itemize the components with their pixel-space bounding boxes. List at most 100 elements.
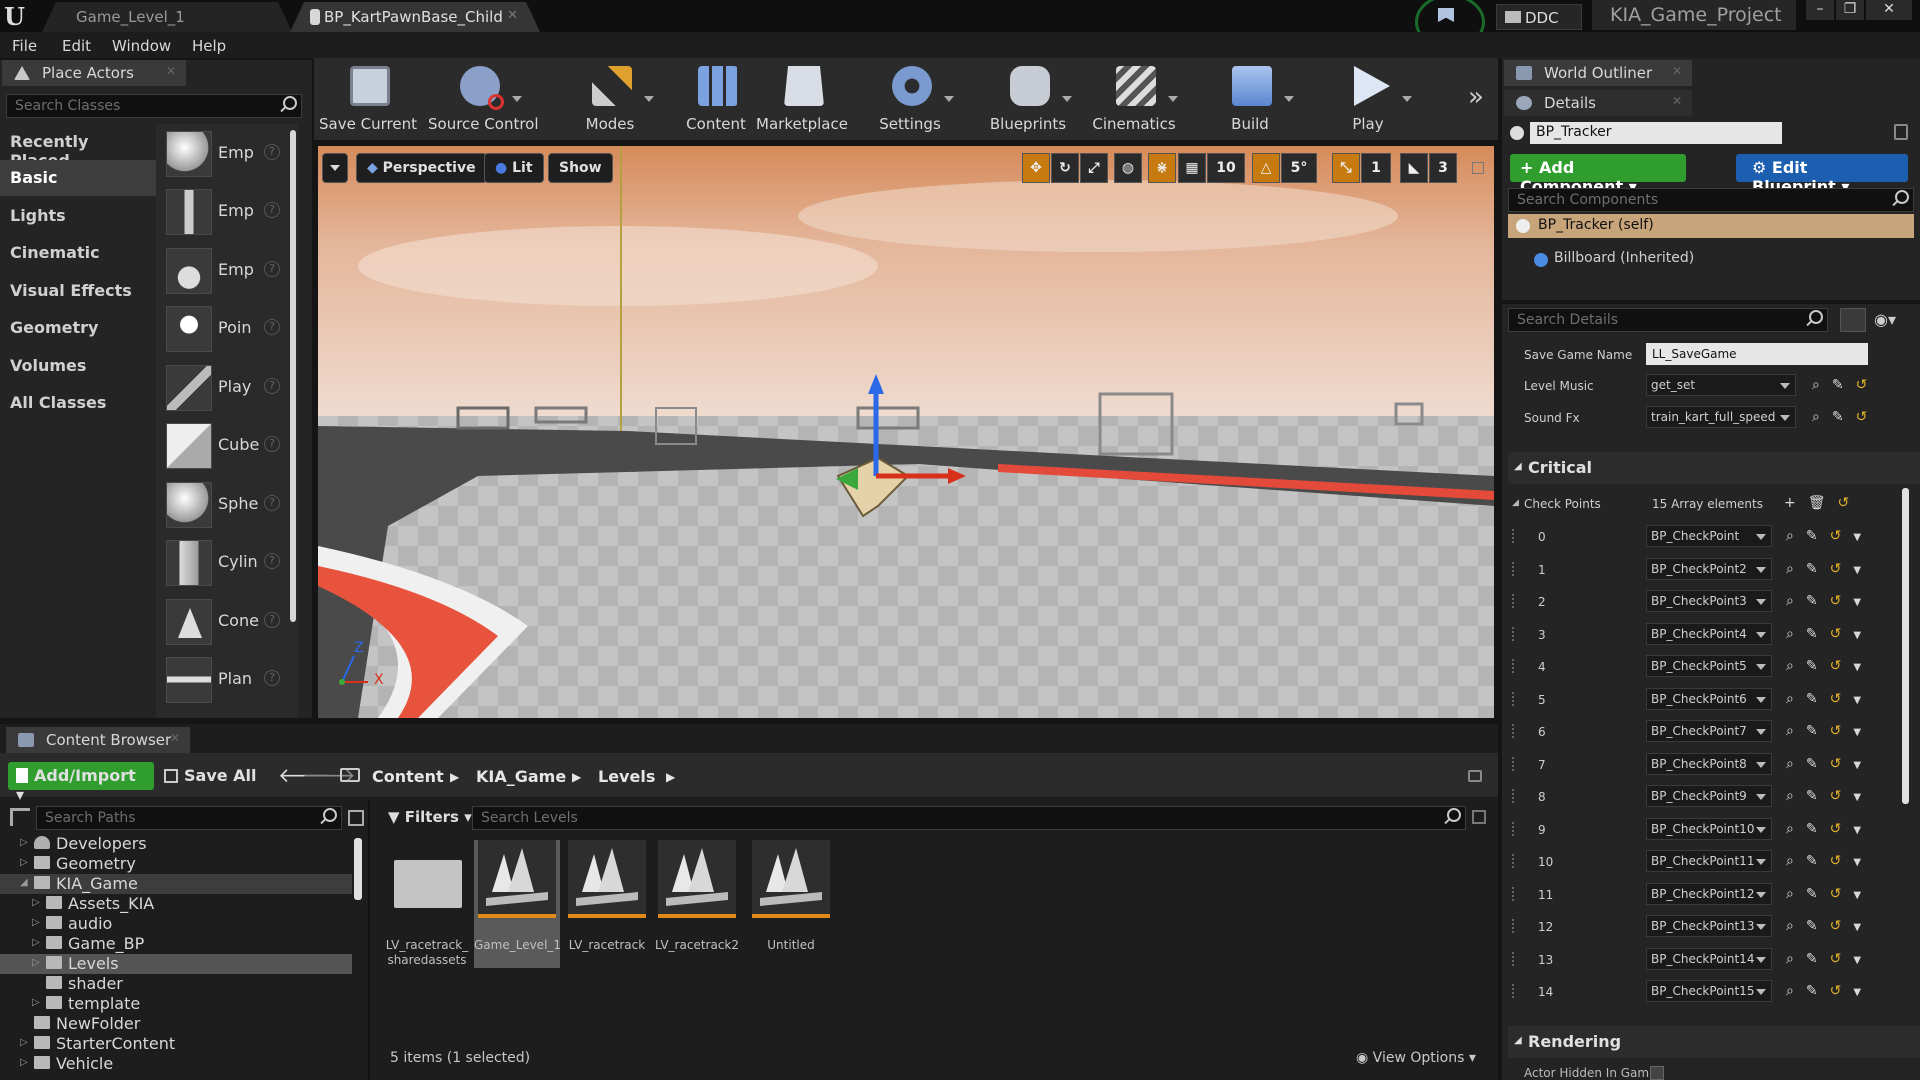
actor-item-player-start[interactable]: Play? xyxy=(164,362,288,418)
property-matrix-icon[interactable] xyxy=(1840,308,1866,332)
search-assets-input[interactable]: Search Levels xyxy=(472,806,1466,830)
reset-icon[interactable]: ↺ xyxy=(1830,886,1854,902)
check-point-select[interactable]: BP_CheckPoint15 xyxy=(1646,980,1772,1002)
close-tab-icon[interactable]: ✕ xyxy=(170,731,180,745)
actor-item-empty-pawn[interactable]: Emp? xyxy=(164,245,288,301)
tab-game-level[interactable]: Game_Level_1 xyxy=(42,2,292,32)
collapse-arrow-icon[interactable]: ◢ xyxy=(1514,1035,1522,1046)
component-self[interactable]: BP_Tracker (self) xyxy=(1508,214,1914,238)
tree-item-template[interactable]: ▷ template xyxy=(0,994,352,1014)
level-viewport[interactable]: X Z xyxy=(318,146,1494,718)
browse-icon[interactable]: ⌕ xyxy=(1786,658,1806,674)
reset-icon[interactable]: ↺ xyxy=(1830,918,1854,934)
use-selected-icon[interactable]: ✎ xyxy=(1806,691,1830,707)
help-icon[interactable]: ? xyxy=(264,436,280,452)
grid-snap-icon[interactable]: ▦ xyxy=(1178,153,1206,183)
tab-place-actors[interactable]: Place Actors ✕ xyxy=(2,60,186,86)
breadcrumb-levels[interactable]: Levels xyxy=(598,767,655,786)
check-point-select[interactable]: BP_CheckPoint4 xyxy=(1646,622,1772,645)
element-menu-arrow-icon[interactable]: ▼ xyxy=(1853,662,1873,673)
check-point-select[interactable]: BP_CheckPoint5 xyxy=(1646,655,1772,677)
use-selected-icon[interactable]: ✎ xyxy=(1806,756,1830,772)
use-selected-icon[interactable]: ✎ xyxy=(1806,626,1830,642)
minimize-button[interactable]: – xyxy=(1806,0,1834,20)
blueprints-button[interactable]: Blueprints xyxy=(978,58,1078,140)
lock-icon[interactable] xyxy=(1468,770,1482,782)
perspective-button[interactable]: ◆ Perspective xyxy=(356,153,487,183)
actor-item-sphere[interactable]: Sphe? xyxy=(164,479,288,535)
browse-icon[interactable]: ⌕ xyxy=(1786,561,1806,577)
drag-handle-icon[interactable] xyxy=(1512,659,1516,673)
use-selected-icon[interactable]: ✎ xyxy=(1832,377,1856,393)
breadcrumb-separator-icon[interactable]: ▶ xyxy=(572,770,581,784)
collapse-arrow-icon[interactable]: ◢ xyxy=(1514,461,1522,472)
element-menu-arrow-icon[interactable]: ▼ xyxy=(1853,825,1873,836)
menu-window[interactable]: Window xyxy=(112,37,171,55)
rotation-snap-value[interactable]: 5° xyxy=(1281,153,1317,183)
check-point-select[interactable]: BP_CheckPoint6 xyxy=(1646,687,1772,710)
edit-blueprint-button[interactable]: ⚙ Edit Blueprint ▾ xyxy=(1736,154,1908,196)
reset-icon[interactable]: ↺ xyxy=(1830,626,1854,642)
add-component-button[interactable]: + Add Component ▾ xyxy=(1510,154,1686,196)
save-all-button[interactable]: Save All xyxy=(164,766,257,785)
expand-arrow-icon[interactable]: ▷ xyxy=(20,1057,28,1068)
surface-snap-icon[interactable]: ⋇ xyxy=(1148,153,1176,183)
breadcrumb-separator-icon[interactable]: ▶ xyxy=(450,770,459,784)
path-view-options-icon[interactable] xyxy=(348,810,364,826)
tree-item-developers[interactable]: ▷ Developers xyxy=(0,834,352,854)
modes-button[interactable]: Modes xyxy=(560,58,660,140)
category-all-classes[interactable]: All Classes xyxy=(0,385,156,421)
browse-icon[interactable]: ⌕ xyxy=(1812,377,1832,393)
help-icon[interactable]: ? xyxy=(264,612,280,628)
breadcrumb-content[interactable]: Content xyxy=(372,767,444,786)
actor-item-cylinder[interactable]: Cylin? xyxy=(164,537,288,593)
actor-hidden-checkbox[interactable] xyxy=(1650,1066,1664,1080)
close-tab-icon[interactable]: ✕ xyxy=(1672,94,1682,108)
search-classes-input[interactable]: Search Classes xyxy=(6,94,302,118)
reset-icon[interactable]: ↺ xyxy=(1830,983,1854,999)
actor-item-point-light[interactable]: Poin? xyxy=(164,303,288,359)
splitter[interactable] xyxy=(368,800,370,1080)
tree-item-audio[interactable]: ▷ audio xyxy=(0,914,352,934)
asset-lv-racetrack[interactable]: LV_racetrack xyxy=(564,840,650,968)
drag-handle-icon[interactable] xyxy=(1512,594,1516,608)
section-critical[interactable]: ◢ Critical xyxy=(1508,452,1920,484)
tree-item-assets-kia[interactable]: ▷ Assets_KIA xyxy=(0,894,352,914)
dropdown-arrow-icon[interactable] xyxy=(944,96,954,102)
browse-icon[interactable]: ⌕ xyxy=(1786,951,1806,967)
browse-icon[interactable]: ⌕ xyxy=(1786,691,1806,707)
help-icon[interactable]: ? xyxy=(264,670,280,686)
check-point-select[interactable]: BP_CheckPoint8 xyxy=(1646,752,1772,775)
browse-icon[interactable]: ⌕ xyxy=(1812,409,1832,425)
visibility-eye-icon[interactable]: ◉▾ xyxy=(1874,310,1896,329)
reset-icon[interactable]: ↺ xyxy=(1830,528,1854,544)
dropdown-arrow-icon[interactable] xyxy=(1062,96,1072,102)
tree-item-vehicle[interactable]: ▷ Vehicle xyxy=(0,1054,352,1074)
splitter[interactable] xyxy=(1502,300,1920,304)
help-icon[interactable]: ? xyxy=(264,495,280,511)
camera-speed-value[interactable]: 3 xyxy=(1429,153,1457,183)
tab-kart-pawn[interactable]: BP_KartPawnBase_Child ✕ xyxy=(290,2,540,32)
help-icon[interactable]: ? xyxy=(264,202,280,218)
expand-arrow-icon[interactable]: ▷ xyxy=(20,857,28,868)
browse-icon[interactable]: ⌕ xyxy=(1786,918,1806,934)
drag-handle-icon[interactable] xyxy=(1512,854,1516,868)
collapse-arrow-icon[interactable]: ◢ xyxy=(20,877,28,888)
element-menu-arrow-icon[interactable]: ▼ xyxy=(1853,792,1873,803)
menu-help[interactable]: Help xyxy=(192,37,226,55)
element-menu-arrow-icon[interactable]: ▼ xyxy=(1853,695,1873,706)
reset-icon[interactable]: ↺ xyxy=(1830,658,1854,674)
actor-item-cube[interactable]: Cube? xyxy=(164,420,288,476)
expand-arrow-icon[interactable]: ▷ xyxy=(32,957,40,968)
dropdown-arrow-icon[interactable] xyxy=(1284,96,1294,102)
close-tab-icon[interactable]: ✕ xyxy=(507,8,518,23)
help-icon[interactable]: ? xyxy=(264,553,280,569)
asset-untitled[interactable]: Untitled xyxy=(748,840,834,968)
check-point-select[interactable]: BP_CheckPoint11 xyxy=(1646,850,1772,872)
browse-icon[interactable]: ⌕ xyxy=(1786,983,1806,999)
asset-folder-sharedassets[interactable]: LV_racetrack_ sharedassets xyxy=(384,840,470,968)
category-lights[interactable]: Lights xyxy=(0,198,156,234)
actor-list-scrollbar[interactable] xyxy=(290,130,296,622)
use-selected-icon[interactable]: ✎ xyxy=(1806,983,1830,999)
drag-handle-icon[interactable] xyxy=(1512,919,1516,933)
